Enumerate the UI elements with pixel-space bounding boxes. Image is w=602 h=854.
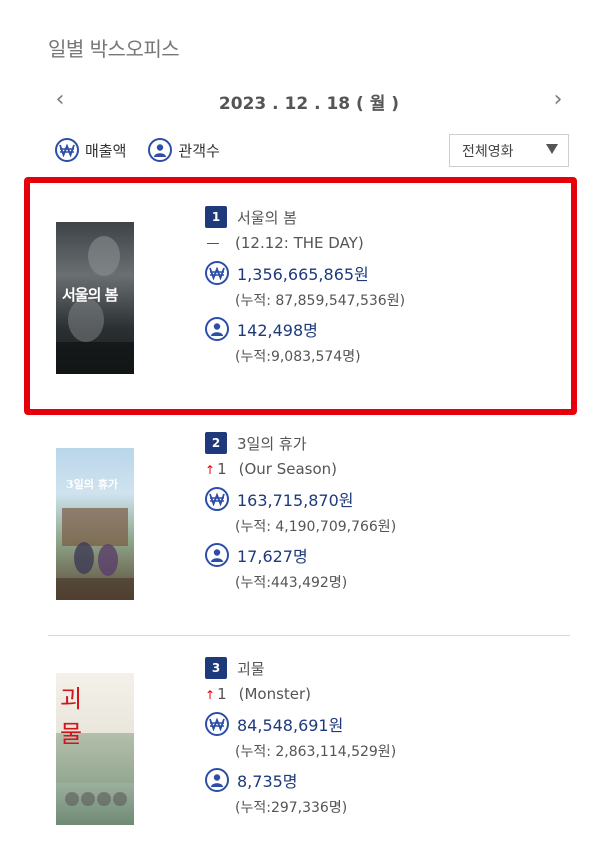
date-navigator: ‹ 2023 . 12 . 18 ( 월 ) › xyxy=(48,86,570,114)
legend: 매출액 관객수 xyxy=(55,138,242,162)
movie-title-en: (Monster) xyxy=(238,685,312,703)
no-change-icon xyxy=(207,243,219,244)
chevron-down-icon xyxy=(546,144,558,154)
person-icon xyxy=(205,768,229,792)
movie-poster: 서울의 봄 xyxy=(56,222,134,374)
person-icon xyxy=(148,138,173,162)
legend-audience: 관객수 xyxy=(148,138,220,162)
rank-badge: 2 xyxy=(205,432,227,454)
rank-change: 1 xyxy=(217,685,227,703)
won-icon xyxy=(205,261,229,285)
poster-title: 서울의 봄 xyxy=(62,286,118,304)
won-icon xyxy=(55,138,79,162)
won-icon xyxy=(205,487,229,511)
movie-title: 괴물 xyxy=(237,659,265,678)
movie-title-en: (12.12: THE DAY) xyxy=(235,234,364,252)
next-date-button[interactable]: › xyxy=(546,86,570,114)
movie-poster: 3일의 휴가 xyxy=(56,448,134,600)
person-icon xyxy=(205,317,229,341)
daily-audience: 142,498명 xyxy=(237,321,318,340)
cumulative-audience: (누적:9,083,574명) xyxy=(235,349,361,365)
cumulative-audience: (누적:297,336명) xyxy=(235,800,348,816)
daily-audience: 17,627명 xyxy=(237,547,308,566)
poster-title: 괴 물 xyxy=(60,685,93,748)
cumulative-sales: (누적: 2,863,114,529원) xyxy=(235,744,397,760)
rank-change: 1 xyxy=(217,460,227,478)
won-icon xyxy=(205,712,229,736)
page-title: 일별 박스오피스 xyxy=(48,37,180,61)
movie-filter-value: 전체영화 xyxy=(462,143,514,160)
daily-sales: 1,356,665,865원 xyxy=(237,265,369,284)
poster-title: 3일의 휴가 xyxy=(66,478,118,491)
cumulative-audience: (누적:443,492명) xyxy=(235,575,348,591)
daily-sales: 163,715,870원 xyxy=(237,491,354,510)
movie-poster: 괴 물 xyxy=(56,673,134,825)
rank-up-icon: ↑ xyxy=(205,463,216,477)
rank-badge: 1 xyxy=(205,206,227,228)
legend-audience-label: 관객수 xyxy=(178,141,220,160)
rank-up-icon: ↑ xyxy=(205,688,216,702)
cumulative-sales: (누적: 4,190,709,766원) xyxy=(235,519,397,535)
movie-title: 3일의 휴가 xyxy=(237,434,307,453)
movie-title: 서울의 봄 xyxy=(237,208,297,227)
daily-sales: 84,548,691원 xyxy=(237,716,344,735)
person-icon xyxy=(205,543,229,567)
divider xyxy=(48,635,570,636)
daily-audience: 8,735명 xyxy=(237,772,298,791)
movie-title-en: (Our Season) xyxy=(238,460,338,478)
current-date: 2023 . 12 . 18 ( 월 ) xyxy=(218,94,400,114)
rank-badge: 3 xyxy=(205,657,227,679)
movie-filter-select[interactable]: 전체영화 xyxy=(449,134,569,167)
legend-sales: 매출액 xyxy=(55,138,126,162)
legend-sales-label: 매출액 xyxy=(85,141,127,160)
cumulative-sales: (누적: 87,859,547,536원) xyxy=(235,293,406,309)
